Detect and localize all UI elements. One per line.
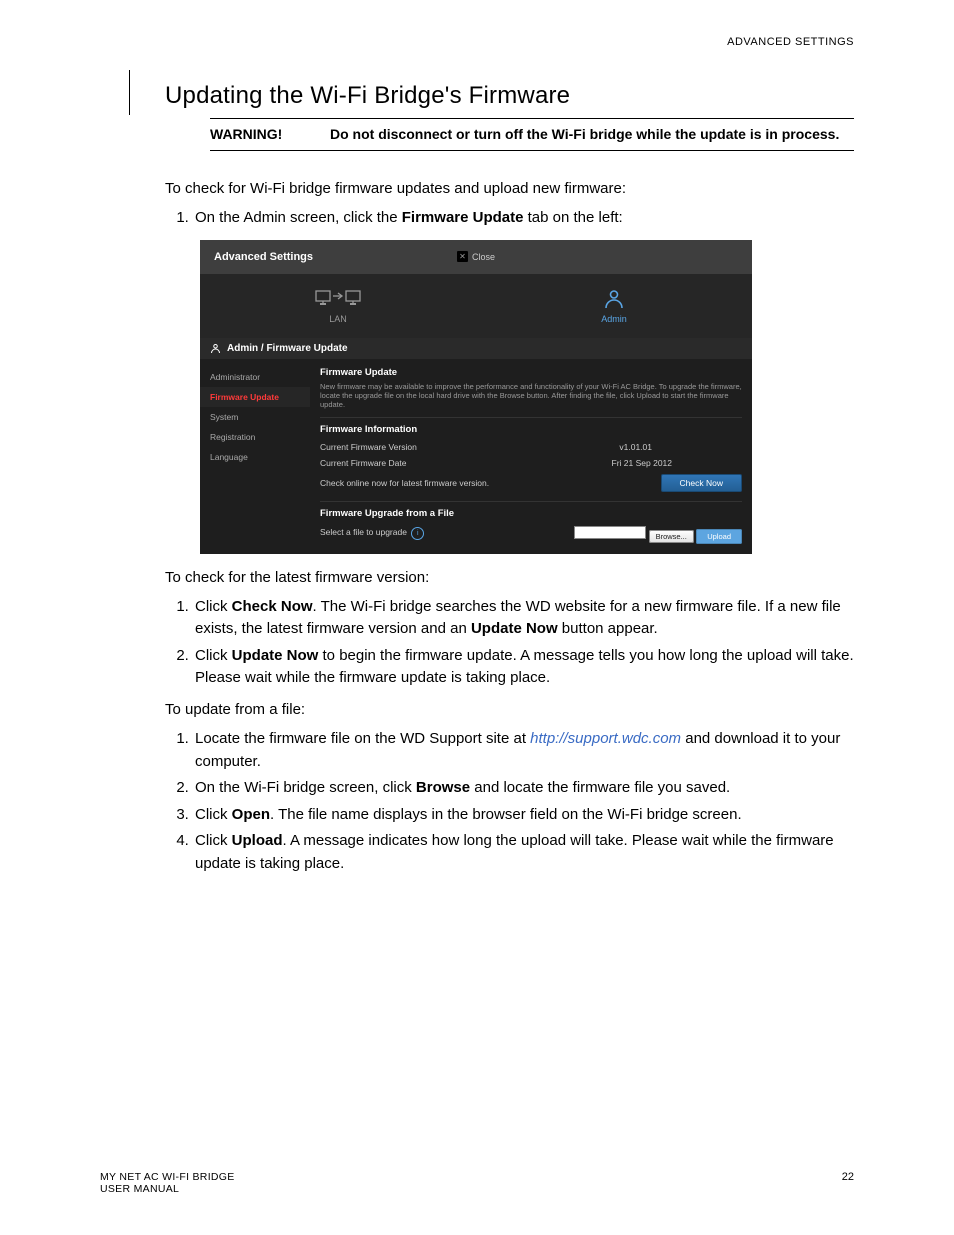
text: tab on the left: [523,209,622,226]
ui-tab-row: LAN Admin [200,274,752,338]
row-current-date: Current Firmware Date Fri 21 Sep 2012 [320,455,742,471]
footer-line2: USER MANUAL [100,1183,235,1195]
list3-item1: Locate the firmware file on the WD Suppo… [193,728,854,773]
file-field[interactable] [574,526,646,539]
sidebar-item-firmware-update[interactable]: Firmware Update [200,387,310,407]
list3-item3: Click Open. The file name displays in th… [193,804,854,827]
step-list-2: Click Check Now. The Wi-Fi bridge search… [165,596,854,690]
intro-text-2: To check for the latest firmware version… [165,568,854,588]
step-list-3: Locate the firmware file on the WD Suppo… [165,728,854,875]
sidebar-item-registration[interactable]: Registration [200,427,310,447]
embedded-screenshot: Advanced Settings ✕ Close LAN [200,240,752,554]
file-controls: Browse... Upload [574,526,742,541]
row-select-file: Select a file to upgrade i Browse... Upl… [320,523,742,544]
label: Check online now for latest firmware ver… [320,478,489,488]
warning-text: Do not disconnect or turn off the Wi-Fi … [330,125,839,144]
label: Select a file to upgrade [320,527,407,537]
close-label: Close [472,252,495,262]
header-section: ADVANCED SETTINGS [727,36,854,48]
step-1: On the Admin screen, click the Firmware … [193,207,854,230]
row-check-now: Check online now for latest firmware ver… [320,471,742,495]
ui-sidebar: Administrator Firmware Update System Reg… [200,359,310,554]
page-number: 22 [842,1171,854,1183]
upgrade-heading: Firmware Upgrade from a File [320,508,742,519]
admin-icon [603,288,625,310]
label: Current Firmware Version [320,442,417,452]
warning-label: WARNING! [210,125,330,144]
row-current-version: Current Firmware Version v1.01.01 [320,439,742,455]
tab-lan[interactable]: LAN [200,274,476,338]
tab-admin[interactable]: Admin [476,274,752,338]
close-button[interactable]: ✕ Close [457,251,495,262]
footer-line1: MY NET AC WI-FI BRIDGE [100,1171,235,1183]
panel-heading: Firmware Update [320,367,742,378]
tab-lan-label: LAN [329,314,347,324]
check-now-button[interactable]: Check Now [661,474,742,492]
firmware-info-heading: Firmware Information [320,424,742,435]
upload-button[interactable]: Upload [696,529,742,544]
label: Current Firmware Date [320,458,406,468]
select-label-wrap: Select a file to upgrade i [320,527,424,540]
list3-item4: Click Upload. A message indicates how lo… [193,830,854,875]
info-icon[interactable]: i [411,527,424,540]
section-title: Updating the Wi-Fi Bridge's Firmware [165,82,854,110]
list2-item1: Click Check Now. The Wi-Fi bridge search… [193,596,854,641]
ui-title: Advanced Settings [214,251,313,263]
list2-item2: Click Update Now to begin the firmware u… [193,645,854,690]
value: v1.01.01 [619,442,652,452]
sidebar-item-system[interactable]: System [200,407,310,427]
step-list-1: On the Admin screen, click the Firmware … [165,207,854,230]
lan-icon [315,288,361,310]
support-link[interactable]: http://support.wdc.com [530,730,681,747]
firmware-update-bold: Firmware Update [402,209,524,226]
panel-description: New firmware may be available to improve… [320,382,742,409]
browse-button[interactable]: Browse... [649,530,694,543]
ui-titlebar: Advanced Settings ✕ Close [200,240,752,274]
intro-text-1: To check for Wi-Fi bridge firmware updat… [165,179,854,199]
sidebar-item-administrator[interactable]: Administrator [200,367,310,387]
sidebar-item-language[interactable]: Language [200,447,310,467]
value: Fri 21 Sep 2012 [612,458,672,468]
list3-item2: On the Wi-Fi bridge screen, click Browse… [193,777,854,800]
footer: MY NET AC WI-FI BRIDGE USER MANUAL [100,1171,235,1195]
tab-admin-label: Admin [601,314,627,324]
text: On the Admin screen, click the [195,209,402,226]
person-icon [210,343,221,354]
close-icon: ✕ [457,251,468,262]
warning-box: WARNING! Do not disconnect or turn off t… [210,118,854,151]
vertical-rule [129,70,130,115]
breadcrumb-text: Admin / Firmware Update [227,343,348,354]
ui-main-panel: Firmware Update New firmware may be avai… [310,359,752,554]
intro-text-3: To update from a file: [165,700,854,720]
breadcrumb: Admin / Firmware Update [200,338,752,359]
